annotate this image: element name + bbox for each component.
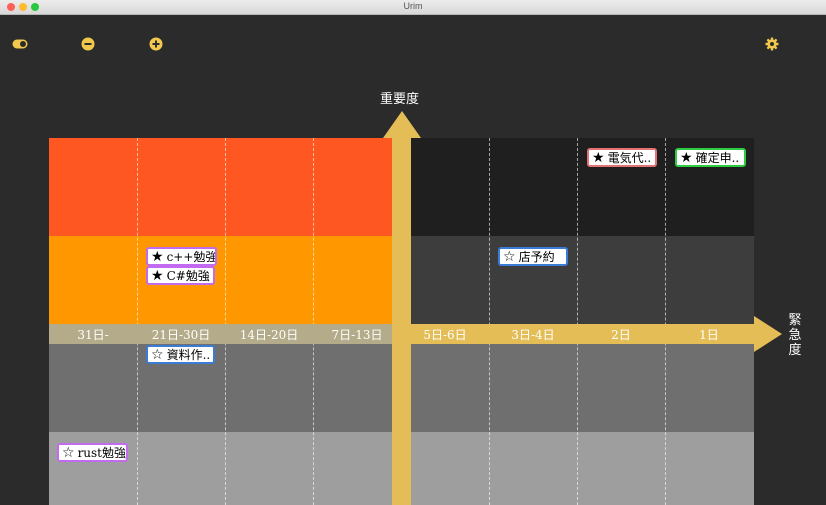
title-bar: Urim xyxy=(0,0,826,15)
task-label: 店予約 xyxy=(518,250,555,264)
task-chip[interactable]: ★ 電気代.. xyxy=(587,148,657,167)
y-axis-label: 重要度 xyxy=(380,92,420,107)
x-tick: 2日 xyxy=(611,328,631,342)
task-label: 確定申.. xyxy=(695,151,740,165)
task-chip[interactable]: ☆ 資料作.. xyxy=(146,345,215,364)
task-chip[interactable]: ★ 確定申.. xyxy=(675,148,746,167)
task-chip[interactable]: ☆ rust勉強 xyxy=(57,443,128,462)
column-divider xyxy=(313,138,314,505)
x-tick: 3日-4日 xyxy=(511,328,555,342)
x-tick: 5日-6日 xyxy=(423,328,467,342)
task-label: 電気代.. xyxy=(607,151,652,165)
y-axis-arrowhead xyxy=(383,111,421,138)
task-label: C#勉強 xyxy=(166,269,210,283)
x-tick: 31日- xyxy=(77,328,109,342)
column-divider xyxy=(577,138,578,505)
star-outline-icon[interactable]: ☆ xyxy=(151,348,164,362)
star-icon[interactable]: ★ xyxy=(680,151,693,165)
column-divider xyxy=(665,138,666,505)
star-icon[interactable]: ★ xyxy=(151,250,164,264)
star-outline-icon[interactable]: ☆ xyxy=(503,250,516,264)
task-chip[interactable]: ☆ 店予約 xyxy=(498,247,568,266)
column-divider xyxy=(489,138,490,505)
task-label: 資料作.. xyxy=(166,348,211,362)
star-icon[interactable]: ★ xyxy=(151,269,164,283)
star-outline-icon[interactable]: ☆ xyxy=(62,446,75,460)
task-chip[interactable]: ★ c++勉強 xyxy=(146,247,217,266)
toggle-icon[interactable] xyxy=(12,37,28,51)
window-title: Urim xyxy=(403,1,423,11)
star-icon[interactable]: ★ xyxy=(592,151,605,165)
x-tick: 7日-13日 xyxy=(331,328,383,342)
minus-circle-icon[interactable] xyxy=(81,37,95,51)
gear-icon[interactable] xyxy=(765,37,779,51)
x-axis-label: 緊 急 度 xyxy=(788,313,802,358)
task-chip[interactable]: ★ C#勉強 xyxy=(146,266,215,285)
column-divider xyxy=(225,138,226,505)
y-axis xyxy=(392,137,411,505)
plus-circle-icon[interactable] xyxy=(149,37,163,51)
x-tick: 21日-30日 xyxy=(151,328,211,342)
x-tick: 1日 xyxy=(699,328,719,342)
task-label: c++勉強 xyxy=(166,250,217,264)
x-tick: 14日-20日 xyxy=(239,328,299,342)
task-label: rust勉強 xyxy=(77,446,127,460)
x-axis-arrowhead xyxy=(754,316,782,352)
column-divider xyxy=(137,138,138,505)
